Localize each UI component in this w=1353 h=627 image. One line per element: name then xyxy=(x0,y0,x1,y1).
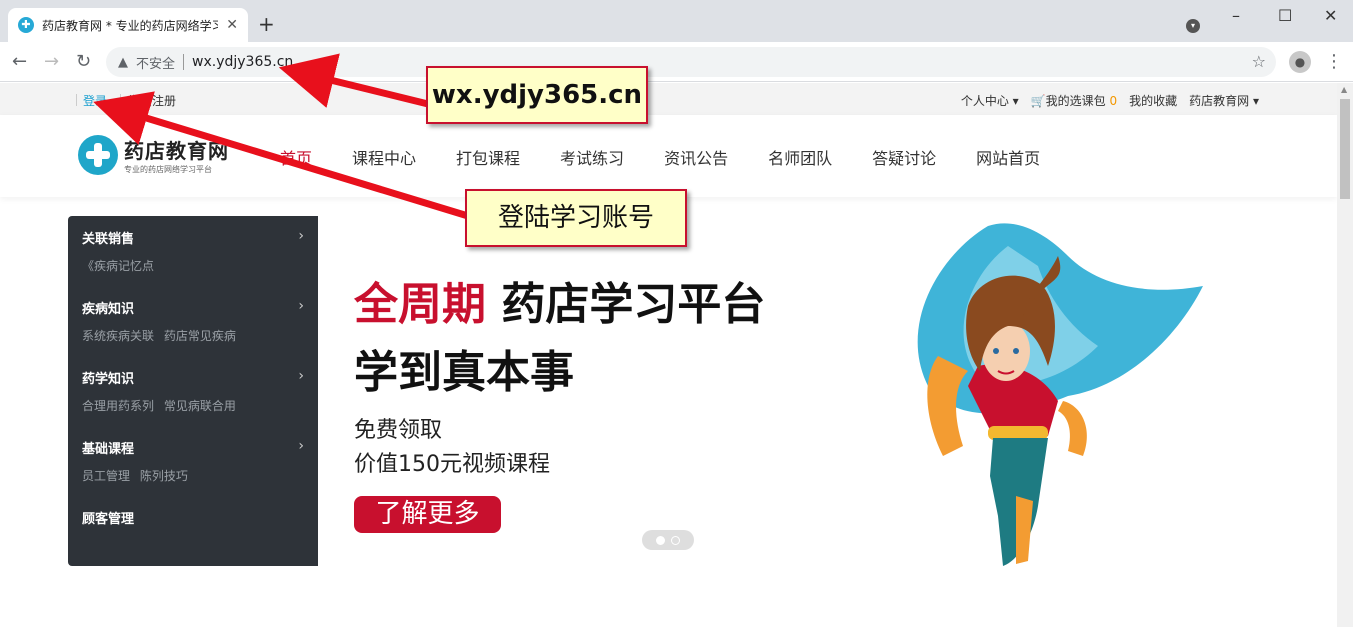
annotation-arrows xyxy=(93,53,470,220)
url-arrow xyxy=(278,53,429,108)
url-callout: wx.ydjy365.cn xyxy=(426,66,648,124)
login-callout: 登陆学习账号 xyxy=(465,189,687,247)
login-arrow xyxy=(93,91,470,220)
